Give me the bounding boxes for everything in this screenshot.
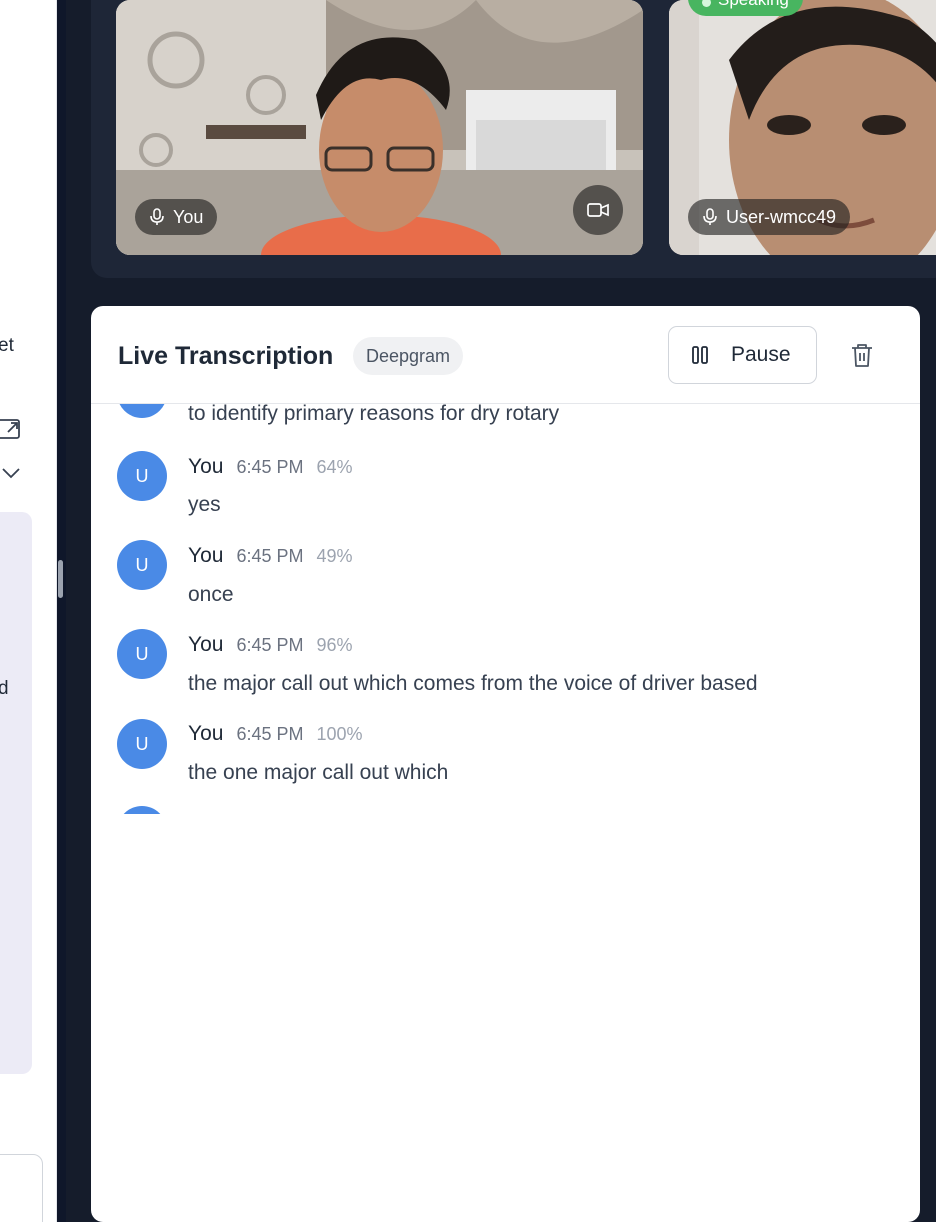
trash-icon bbox=[852, 344, 872, 367]
speaker-name: You bbox=[188, 544, 224, 567]
resize-handle[interactable] bbox=[58, 560, 63, 598]
list-item: U You 6:45 PM 96% the major call out whi… bbox=[91, 629, 920, 709]
message-text: yes bbox=[188, 493, 221, 516]
avatar: U bbox=[117, 451, 167, 501]
timestamp: 6:45 PM bbox=[236, 724, 304, 744]
participant-name-pill: User-wmcc49 bbox=[688, 199, 851, 235]
clear-transcript-button[interactable] bbox=[846, 338, 878, 372]
confidence: 100% bbox=[316, 724, 363, 744]
transcription-card: Live Transcription Deepgram Pause to ide… bbox=[91, 306, 920, 1222]
transcription-header: Live Transcription Deepgram Pause bbox=[91, 306, 920, 404]
list-item: U You 6:45 PM 64% yes bbox=[91, 449, 920, 529]
transcription-title: Live Transcription bbox=[118, 342, 334, 370]
timestamp: 6:45 PM bbox=[236, 457, 304, 477]
video-tile-local[interactable]: You bbox=[116, 0, 643, 255]
speaker-name: You bbox=[188, 722, 224, 745]
speaking-dot-icon bbox=[702, 0, 711, 7]
message-meta: You 6:45 PM 100% bbox=[188, 722, 363, 746]
participant-name: User-wmcc49 bbox=[726, 206, 837, 227]
message-meta: You 6:45 PM 64% bbox=[188, 455, 353, 479]
message-text: to identify primary reasons for dry rota… bbox=[188, 404, 560, 425]
provider-badge: Deepgram bbox=[353, 337, 464, 375]
list-item: to identify primary reasons for dry rota… bbox=[91, 404, 920, 436]
timestamp: 6:45 PM bbox=[236, 635, 304, 655]
message-text: once bbox=[188, 583, 234, 606]
left-sidebar: et d bbox=[0, 0, 57, 1222]
external-link-icon[interactable] bbox=[0, 418, 22, 440]
timestamp: 6:45 PM bbox=[236, 546, 304, 566]
participant-name-pill: You bbox=[135, 199, 218, 235]
confidence: 49% bbox=[316, 546, 353, 566]
mic-icon bbox=[703, 208, 717, 225]
speaking-badge: Speaking bbox=[688, 0, 803, 16]
avatar: U bbox=[117, 719, 167, 769]
confidence: 64% bbox=[316, 457, 353, 477]
speaker-name: You bbox=[188, 455, 224, 478]
speaker-name: You bbox=[188, 633, 224, 656]
sidebar-text-fragment: et bbox=[0, 335, 14, 356]
avatar bbox=[117, 404, 167, 418]
message-text: the one major call out which bbox=[188, 761, 449, 784]
participant-name: You bbox=[173, 206, 204, 227]
list-item: U You 6:45 PM 100% the one major call ou… bbox=[91, 718, 920, 798]
camera-toggle-button[interactable] bbox=[573, 185, 623, 235]
list-item bbox=[91, 806, 920, 814]
video-camera-icon bbox=[587, 203, 609, 217]
message-text: the major call out which comes from the … bbox=[188, 672, 758, 695]
video-tile-remote[interactable]: User-wmcc49 bbox=[669, 0, 936, 255]
speaking-label: Speaking bbox=[718, 0, 789, 10]
sidebar-text-fragment: d bbox=[0, 678, 9, 700]
mic-icon bbox=[150, 208, 164, 225]
message-meta: You 6:45 PM 49% bbox=[188, 544, 353, 568]
pause-icon bbox=[692, 346, 708, 364]
confidence: 96% bbox=[316, 635, 353, 655]
sidebar-input[interactable] bbox=[0, 1154, 43, 1222]
pause-button[interactable]: Pause bbox=[668, 326, 817, 384]
avatar bbox=[117, 806, 167, 814]
chevron-down-icon[interactable] bbox=[0, 462, 22, 484]
avatar: U bbox=[117, 540, 167, 590]
list-item: U You 6:45 PM 49% once bbox=[91, 539, 920, 619]
sidebar-panel-card bbox=[0, 512, 32, 1074]
transcript-list[interactable]: to identify primary reasons for dry rota… bbox=[91, 404, 920, 814]
message-meta: You 6:45 PM 96% bbox=[188, 633, 353, 657]
pause-label: Pause bbox=[731, 343, 791, 366]
avatar: U bbox=[117, 629, 167, 679]
